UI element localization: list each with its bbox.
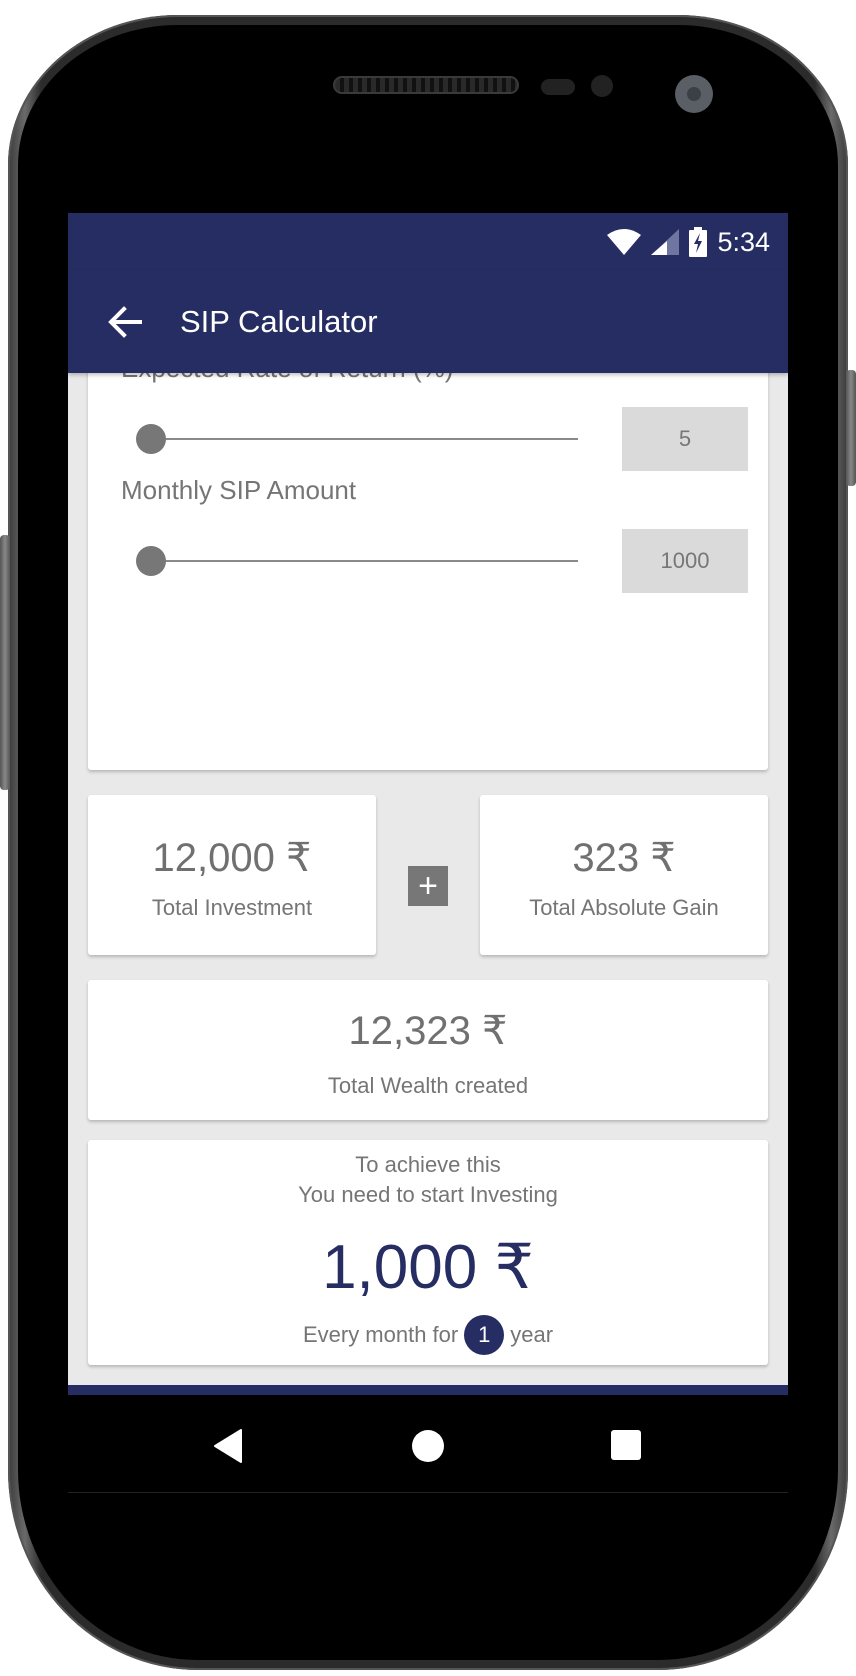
monthly-amount-label: Monthly SIP Amount (121, 475, 357, 505)
back-nav-icon[interactable] (213, 1429, 243, 1463)
rate-slider[interactable] (136, 421, 578, 457)
total-wealth-label: Total Wealth created (327, 1073, 529, 1098)
recents-nav-icon[interactable] (610, 1429, 642, 1461)
duration-row: Every month for 1 year (88, 1315, 768, 1355)
total-gain-card: 323 ₹ Total Absolute Gain (480, 795, 768, 955)
years-badge: 1 (464, 1315, 505, 1355)
total-investment-card: 12,000 ₹ Total Investment (88, 795, 376, 955)
plus-icon: + (408, 866, 448, 906)
slider-thumb[interactable] (136, 546, 166, 576)
total-gain-label: Total Absolute Gain (529, 895, 719, 920)
monthly-investment-amount: 1,000 ₹ (322, 1233, 534, 1302)
navigation-bar (68, 1395, 788, 1493)
power-button (846, 370, 856, 486)
total-investment-value: 12,000 ₹ (152, 836, 312, 880)
monthly-amount-slider[interactable] (136, 543, 578, 579)
monthly-amount-value-field[interactable]: 1000 (622, 529, 748, 593)
investment-summary-card: To achieve this You need to start Invest… (88, 1140, 768, 1365)
total-wealth-card: 12,323 ₹ Total Wealth created (88, 980, 768, 1120)
total-gain-value: 323 ₹ (572, 836, 676, 880)
rate-value-field[interactable]: 5 (622, 407, 748, 471)
proximity-sensor (541, 79, 575, 95)
bottom-accent-strip (68, 1385, 788, 1395)
slider-track (150, 438, 578, 440)
slider-track (150, 560, 578, 562)
summary-line-2: You need to start Investing (298, 1182, 558, 1207)
earpiece-speaker (333, 76, 519, 94)
summary-line-1: To achieve this (355, 1152, 501, 1177)
cellular-signal-icon (651, 229, 680, 255)
front-camera (675, 75, 713, 113)
arrow-left-icon[interactable] (104, 301, 146, 343)
app-bar: SIP Calculator (68, 271, 788, 373)
volume-button (0, 535, 10, 790)
page-title: SIP Calculator (180, 304, 378, 339)
duration-suffix: year (510, 1322, 554, 1347)
status-time: 5:34 (717, 226, 770, 257)
sip-inputs-card: Expected Rate of Return (%) 5 Monthly SI… (88, 353, 768, 882)
device-screen: 5:34 SIP Calculator Expected Rate of Ret… (68, 213, 788, 1493)
total-investment-label: Total Investment (151, 895, 313, 920)
duration-prefix: Every month for (302, 1322, 459, 1347)
status-bar: 5:34 (68, 213, 788, 271)
wifi-icon (607, 229, 642, 255)
battery-charging-icon (689, 227, 708, 257)
home-nav-icon[interactable] (411, 1429, 445, 1463)
total-wealth-value: 12,323 ₹ (348, 1009, 508, 1053)
light-sensor (591, 75, 613, 97)
slider-thumb[interactable] (136, 424, 166, 454)
